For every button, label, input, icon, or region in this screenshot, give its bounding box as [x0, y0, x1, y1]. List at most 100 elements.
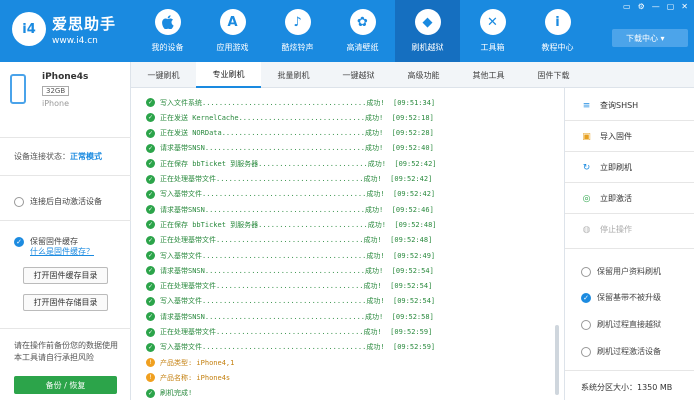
backup-restore-button[interactable]: 备份 / 恢复 — [14, 376, 117, 394]
success-check-icon: ✓ — [146, 312, 155, 322]
open-storage-dir-button[interactable]: 打开固件存储目录 — [23, 294, 108, 311]
log-text: 请求基带SNSN................................… — [160, 205, 434, 214]
device-info: iPhone4s 32GB iPhone — [10, 72, 88, 108]
download-center-button[interactable]: 下载中心 ▾ — [612, 29, 688, 47]
connection-status: 设备连接状态：正常模式 — [14, 152, 102, 161]
device-name: iPhone4s — [42, 72, 89, 82]
tab-pro-flash[interactable]: 专业刷机 — [196, 62, 261, 88]
system-partition-size: 系统分区大小：1350 MB — [581, 383, 673, 392]
log-text: 正在保存 bbTicket 到服务器......................… — [160, 220, 437, 229]
log-line: ✓ 写入文件系统.................................… — [146, 95, 435, 110]
log-text: 正在发送 NORData............................… — [160, 129, 434, 138]
log-line: ✓ 写入基带文件.................................… — [146, 340, 435, 355]
divider — [565, 151, 694, 152]
success-check-icon: ✓ — [146, 281, 155, 291]
success-check-icon: ✓ — [146, 296, 155, 306]
success-check-icon: ✓ — [146, 251, 155, 260]
activate-now-button[interactable]: ◎ 立即激活 — [581, 193, 632, 204]
nav-my-device[interactable]: 我的设备 — [135, 0, 200, 62]
tab-other-tools[interactable]: 其他工具 — [456, 62, 521, 88]
import-firmware-button[interactable]: ▣ 导入固件 — [581, 131, 632, 142]
log-line: ! 产品类型: iPhone4,1 — [146, 355, 234, 370]
activate-during-flash-option[interactable]: 刷机过程激活设备 — [581, 346, 661, 357]
nav-ringtones[interactable]: ♪ 酷炫铃声 — [265, 0, 330, 62]
success-check-icon: ✓ — [146, 189, 155, 199]
app-title: 爱思助手 — [52, 14, 117, 33]
log-text: 请求基带SNSN................................… — [160, 312, 434, 321]
checkmark-icon: ✓ — [581, 292, 591, 303]
info-icon: i — [544, 9, 571, 35]
log-line: ✓ 请求基带SNSN...............................… — [146, 202, 434, 217]
tab-advanced[interactable]: 高级功能 — [391, 62, 456, 88]
success-check-icon: ✓ — [146, 128, 155, 138]
maximize-icon[interactable]: ▢ — [667, 2, 675, 11]
divider — [0, 328, 131, 329]
stop-operation-button[interactable]: ◍ 停止操作 — [581, 224, 632, 235]
log-text: 请求基带SNSN................................… — [160, 144, 434, 153]
log-line: ✓ 正在处理基带文件...............................… — [146, 172, 432, 187]
success-check-icon: ✓ — [146, 143, 155, 153]
divider — [565, 213, 694, 214]
log-line: ✓ 正在处理基带文件...............................… — [146, 325, 432, 340]
nav-wallpapers[interactable]: ✿ 高清壁纸 — [330, 0, 395, 62]
close-icon[interactable]: ✕ — [681, 2, 688, 11]
nav-toolbox[interactable]: ✕ 工具箱 — [460, 0, 525, 62]
device-capacity: 32GB — [42, 86, 70, 96]
nav-flash-jailbreak[interactable]: ◆ 刷机越狱 — [395, 0, 460, 62]
nav-apps-games[interactable]: A 应用游戏 — [200, 0, 265, 62]
skin-icon[interactable]: ▭ — [623, 2, 631, 11]
tab-one-click-flash[interactable]: 一键刷机 — [131, 62, 196, 88]
tab-one-click-jailbreak[interactable]: 一键越狱 — [326, 62, 391, 88]
query-shsh-button[interactable]: ≡ 查询SHSH — [581, 100, 638, 111]
app-header: i4 爱思助手 www.i4.cn 我的设备 A 应用游戏 ♪ 酷炫铃声 ✿ 高… — [0, 0, 694, 62]
activate-icon: ◎ — [582, 193, 591, 204]
success-check-icon: ✓ — [146, 174, 155, 184]
jailbreak-during-flash-option[interactable]: 刷机过程直接越狱 — [581, 319, 661, 330]
what-is-cache-link[interactable]: 什么是固件缓存？ — [30, 246, 94, 257]
radio-unchecked-icon — [581, 266, 591, 277]
success-check-icon: ✓ — [146, 113, 155, 123]
keep-baseband-option[interactable]: ✓ 保留基带不被升级 — [581, 292, 661, 303]
minimize-icon[interactable]: — — [652, 2, 660, 11]
divider — [565, 182, 694, 183]
success-check-icon: ✓ — [146, 98, 155, 107]
log-text: 写入基带文件..................................… — [160, 343, 436, 352]
divider — [565, 370, 694, 371]
auto-activate-option[interactable]: 连接后自动激活设备 — [14, 196, 102, 207]
divider — [0, 220, 131, 221]
log-scrollbar[interactable] — [555, 325, 559, 395]
log-line: ✓ 正在处理基带文件...............................… — [146, 233, 432, 248]
radio-unchecked-icon — [581, 319, 591, 330]
warning-icon: ! — [146, 373, 155, 383]
divider — [565, 120, 694, 121]
settings-icon[interactable]: ⚙ — [638, 2, 645, 11]
flash-tabs: 一键刷机 专业刷机 批量刷机 一键越狱 高级功能 其他工具 固件下载 — [131, 62, 694, 88]
log-line: ✓ 请求基带SNSN...............................… — [146, 263, 434, 278]
warning-icon: ! — [146, 358, 155, 368]
success-check-icon: ✓ — [146, 235, 155, 245]
radio-unchecked-icon — [14, 196, 24, 207]
log-line: ✓ 正在发送 NORData...........................… — [146, 126, 434, 141]
connection-status-value: 正常模式 — [70, 152, 102, 161]
bell-icon: ♪ — [284, 9, 311, 35]
log-text: 写入基带文件..................................… — [160, 297, 436, 306]
refresh-icon: ↻ — [582, 162, 591, 173]
logo-badge-icon: i4 — [12, 12, 46, 46]
keep-user-data-option[interactable]: 保留用户资料刷机 — [581, 266, 661, 277]
main-nav: 我的设备 A 应用游戏 ♪ 酷炫铃声 ✿ 高清壁纸 ◆ 刷机越狱 ✕ 工具箱 i… — [135, 0, 590, 62]
success-check-icon: ✓ — [146, 205, 155, 215]
flash-now-button[interactable]: ↻ 立即刷机 — [581, 162, 632, 173]
flash-log: ✓ 写入文件系统.................................… — [131, 88, 564, 400]
tab-batch-flash[interactable]: 批量刷机 — [261, 62, 326, 88]
log-line: ✓ 正在处理基带文件...............................… — [146, 279, 432, 294]
log-text: 写入基带文件..................................… — [160, 190, 436, 199]
nav-tutorials[interactable]: i 教程中心 — [525, 0, 590, 62]
tab-firmware-download[interactable]: 固件下载 — [521, 62, 586, 88]
log-text: 产品名称: iPhone4s — [160, 373, 231, 382]
open-cache-dir-button[interactable]: 打开固件缓存目录 — [23, 267, 108, 284]
log-text: 请求基带SNSN................................… — [160, 266, 434, 275]
divider — [565, 248, 694, 249]
success-check-icon: ✓ — [146, 220, 155, 230]
window-controls: ▭ ⚙ — ▢ ✕ — [623, 2, 688, 11]
device-panel: iPhone4s 32GB iPhone 设备连接状态：正常模式 连接后自动激活… — [0, 62, 131, 400]
